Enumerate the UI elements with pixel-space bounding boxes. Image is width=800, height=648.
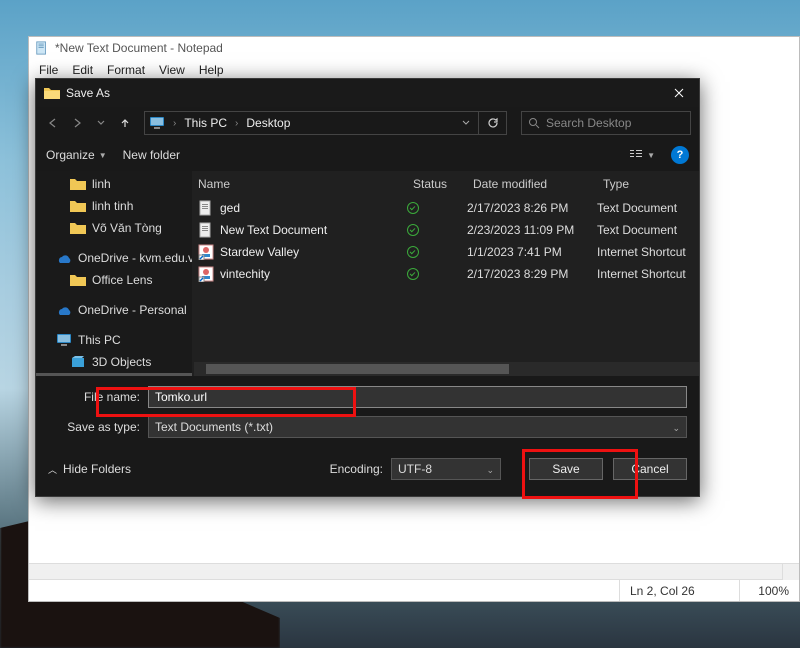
menu-format[interactable]: Format (101, 61, 151, 79)
notepad-titlebar[interactable]: *New Text Document - Notepad (29, 37, 799, 59)
breadcrumb-thispc[interactable]: This PC (178, 116, 233, 130)
help-button[interactable]: ? (671, 146, 689, 164)
close-button[interactable] (659, 79, 699, 107)
menu-file[interactable]: File (33, 61, 64, 79)
search-input[interactable]: Search Desktop (521, 111, 691, 135)
sidebar-item[interactable]: OneDrive - kvm.edu.vn (36, 247, 192, 269)
column-headers[interactable]: Name Status Date modified Type (192, 171, 699, 197)
sidebar-item[interactable]: Desktop (36, 373, 192, 376)
col-date[interactable]: Date modified (473, 177, 603, 191)
encoding-select[interactable]: UTF-8⌄ (391, 458, 501, 480)
filepane-horizontal-scrollbar[interactable] (194, 362, 699, 376)
filename-label: File name: (48, 390, 148, 404)
save-as-dialog: Save As › This PC › Desktop Search Deskt… (35, 78, 700, 497)
breadcrumb-desktop[interactable]: Desktop (240, 116, 296, 130)
cancel-button[interactable]: Cancel (613, 458, 687, 480)
nav-up-button[interactable] (116, 114, 134, 132)
arrow-up-icon (120, 118, 130, 128)
nav-back-button[interactable] (44, 114, 62, 132)
view-icon (629, 148, 643, 162)
sidebar-item[interactable]: linh tinh (36, 195, 192, 217)
status-synced-icon (407, 224, 419, 236)
sidebar-item[interactable]: linh (36, 173, 192, 195)
encoding-label: Encoding: (330, 462, 383, 476)
close-icon (674, 88, 684, 98)
arrow-left-icon (48, 118, 58, 128)
status-synced-icon (407, 246, 419, 258)
status-synced-icon (407, 268, 419, 280)
col-type[interactable]: Type (603, 177, 699, 191)
col-status[interactable]: Status (413, 177, 473, 191)
file-list-pane: Name Status Date modified Type ged2/17/2… (192, 171, 699, 376)
savetype-label: Save as type: (48, 420, 148, 434)
chevron-right-icon: › (233, 118, 240, 129)
save-button[interactable]: Save (529, 458, 603, 480)
view-options-button[interactable]: ▼ (629, 148, 655, 162)
dialog-footer: ︿Hide Folders Encoding: UTF-8⌄ Save Canc… (36, 448, 699, 496)
menu-help[interactable]: Help (193, 61, 230, 79)
search-icon (528, 117, 540, 129)
new-folder-button[interactable]: New folder (123, 148, 180, 162)
search-placeholder: Search Desktop (546, 116, 631, 130)
file-row[interactable]: Stardew Valley1/1/2023 7:41 PMInternet S… (192, 241, 699, 263)
nav-recent-button[interactable] (92, 114, 110, 132)
file-row[interactable]: ged2/17/2023 8:26 PMText Document (192, 197, 699, 219)
status-zoom: 100% (739, 580, 799, 601)
sidebar-item[interactable]: Võ Văn Tòng (36, 217, 192, 239)
organize-button[interactable]: Organize▼ (46, 148, 107, 162)
sidebar-item[interactable]: OneDrive - Personal (36, 299, 192, 321)
chevron-down-icon (461, 118, 471, 128)
arrow-right-icon (72, 118, 82, 128)
menu-view[interactable]: View (153, 61, 191, 79)
chevron-down-icon (96, 118, 106, 128)
hide-folders-toggle[interactable]: ︿Hide Folders (48, 462, 131, 476)
notepad-horizontal-scrollbar[interactable] (29, 563, 799, 579)
file-row[interactable]: New Text Document2/23/2023 11:09 PMText … (192, 219, 699, 241)
menu-edit[interactable]: Edit (66, 61, 99, 79)
dialog-titlebar[interactable]: Save As (36, 79, 699, 107)
file-rows[interactable]: ged2/17/2023 8:26 PMText DocumentNew Tex… (192, 197, 699, 360)
thispc-icon (149, 116, 165, 130)
sidebar-item[interactable]: Office Lens (36, 269, 192, 291)
col-name[interactable]: Name (198, 177, 413, 191)
refresh-icon (487, 117, 499, 129)
status-position: Ln 2, Col 26 (619, 580, 739, 601)
address-dropdown[interactable] (454, 111, 478, 135)
dialog-navbar: › This PC › Desktop Search Desktop (36, 107, 699, 139)
nav-forward-button[interactable] (68, 114, 86, 132)
notepad-icon (35, 41, 49, 55)
sidebar-item[interactable]: 3D Objects (36, 351, 192, 373)
notepad-title: *New Text Document - Notepad (55, 41, 223, 55)
file-row[interactable]: vintechity2/17/2023 8:29 PMInternet Shor… (192, 263, 699, 285)
sidebar-item[interactable]: This PC (36, 329, 192, 351)
dialog-form: File name: Save as type: Text Documents … (36, 376, 699, 448)
address-bar[interactable]: › This PC › Desktop (144, 111, 507, 135)
refresh-button[interactable] (478, 111, 506, 135)
folder-icon (44, 86, 60, 100)
savetype-select[interactable]: Text Documents (*.txt)⌄ (148, 416, 687, 438)
chevron-right-icon: › (171, 118, 178, 129)
status-synced-icon (407, 202, 419, 214)
notepad-statusbar: Ln 2, Col 26 100% (29, 579, 799, 601)
filename-input[interactable] (148, 386, 687, 408)
sidebar-tree[interactable]: linhlinh tinhVõ Văn Tòng OneDrive - kvm.e… (36, 171, 192, 376)
dialog-title: Save As (66, 86, 110, 100)
dialog-toolbar: Organize▼ New folder ▼ ? (36, 139, 699, 171)
